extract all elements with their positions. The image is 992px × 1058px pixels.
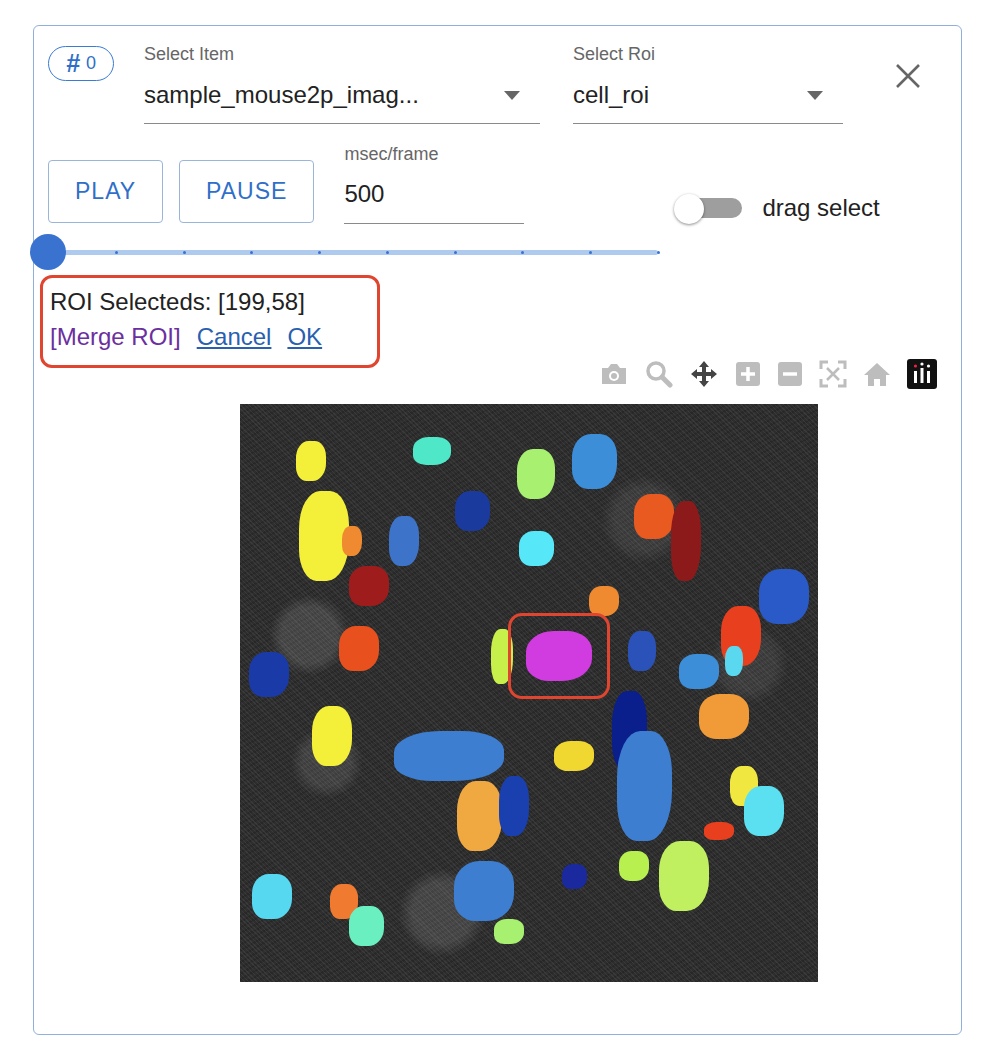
roi[interactable] [342,526,362,556]
roi[interactable] [526,631,592,681]
select-field[interactable]: Select Item sample_mouse2p_imag... [144,43,540,124]
zoom-out-icon[interactable] [777,361,803,387]
roi[interactable] [296,441,326,481]
pan-icon[interactable] [689,359,719,389]
roi[interactable] [617,731,672,841]
selected-roi-outline [508,613,610,699]
toggle-label: drag select [762,194,879,222]
roi[interactable] [349,566,389,606]
roi[interactable] [249,652,289,697]
select-text: cell_roi [573,81,649,109]
slider-mark [589,251,592,254]
toggle-switch[interactable] [674,193,744,223]
playback-button[interactable]: PAUSE [179,160,314,223]
select-label: Select Item [144,43,540,65]
roi[interactable] [494,919,524,944]
frame-slider[interactable] [48,234,658,271]
roi[interactable] [312,706,352,766]
slider-mark [521,251,524,254]
roi[interactable] [628,631,656,671]
roi[interactable] [252,874,292,919]
dropdown-arrow-icon[interactable] [504,91,520,100]
index-badge: #0 [48,46,114,81]
selection-action[interactable]: [Merge ROI] [50,321,181,353]
roi[interactable] [671,501,701,581]
selection-action[interactable]: Cancel [197,321,272,353]
hash-icon: # [66,49,80,78]
roi[interactable] [699,694,749,739]
roi[interactable] [744,786,784,836]
camera-icon[interactable] [599,361,629,387]
roi[interactable] [517,449,555,499]
slider-mark [183,251,186,254]
home-icon[interactable] [863,361,891,387]
select-text: sample_mouse2p_imag... [144,81,419,109]
plotly-logo-icon[interactable] [907,359,937,389]
roi[interactable] [349,906,384,946]
roi[interactable] [679,654,719,689]
slider-thumb[interactable] [30,234,66,270]
roi[interactable] [499,776,529,836]
roi[interactable] [589,586,619,616]
select-field[interactable]: Select Roi cell_roi [573,43,843,124]
selection-actions: [Merge ROI] Cancel OK [50,321,369,353]
roi[interactable] [634,494,674,539]
roi[interactable] [704,822,734,840]
roi[interactable] [619,851,649,881]
plot-toolbar [48,358,961,390]
roi[interactable] [572,434,617,489]
viewer-card: #0Select Itemsample_mouse2p_imag...Selec… [33,25,962,1035]
select-value[interactable]: cell_roi [573,79,843,124]
slider-track [48,250,658,255]
roi[interactable] [455,491,490,531]
roi[interactable] [519,531,554,566]
interval-input[interactable]: 500 [344,180,524,224]
interval-field[interactable]: msec/frame 500 [344,143,524,224]
slider-mark [318,251,321,254]
slider-mark [250,251,253,254]
toggle-thumb[interactable] [674,194,704,224]
playback-button[interactable]: PLAY [48,160,163,223]
selection-action[interactable]: OK [287,321,322,353]
selection-label: ROI Selecteds: [199,58] [50,287,369,317]
controls-row: PLAY PAUSE msec/frame 500 drag select [48,143,961,224]
zoom-icon[interactable] [645,360,673,388]
slider-mark [454,251,457,254]
header-row: #0Select Itemsample_mouse2p_imag...Selec… [48,43,961,124]
roi[interactable] [394,731,504,781]
select-value[interactable]: sample_mouse2p_imag... [144,79,540,124]
selection-box: ROI Selecteds: [199,58] [Merge ROI] Cancel… [40,275,380,368]
autoscale-icon[interactable] [819,360,847,388]
dropdown-arrow-icon[interactable] [807,91,823,100]
slider-mark [657,251,660,254]
roi-image[interactable] [240,404,818,982]
roi[interactable] [454,861,514,921]
drag-select-toggle[interactable]: drag select [674,193,879,223]
roi[interactable] [659,841,709,911]
close-icon[interactable] [895,63,921,89]
select-label: Select Roi [573,43,843,65]
roi[interactable] [389,516,419,566]
zoom-in-icon[interactable] [735,361,761,387]
roi[interactable] [725,646,743,676]
roi[interactable] [554,741,594,771]
slider-mark [115,251,118,254]
badge-count: 0 [86,53,96,74]
roi[interactable] [339,626,379,671]
page: #0Select Itemsample_mouse2p_imag...Selec… [0,0,992,1058]
interval-label: msec/frame [344,143,524,165]
roi[interactable] [413,437,451,465]
roi[interactable] [759,569,809,624]
slider-mark [386,251,389,254]
roi[interactable] [562,864,587,889]
roi[interactable] [457,781,502,851]
